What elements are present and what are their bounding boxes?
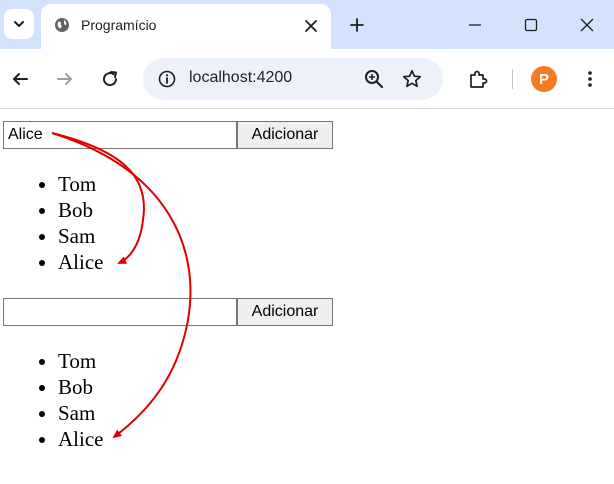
tab-search-button[interactable] <box>4 9 34 39</box>
info-icon <box>158 70 176 88</box>
add-button-1[interactable]: Adicionar <box>237 121 333 149</box>
list-item: Bob <box>58 374 103 400</box>
tab-title: Programício <box>81 17 157 33</box>
toolbar-separator <box>512 69 513 89</box>
close-icon <box>305 20 317 32</box>
address-bar[interactable]: localhost:4200 <box>143 58 443 100</box>
reload-button[interactable] <box>98 67 122 91</box>
name-list-1: Tom Bob Sam Alice <box>0 171 103 275</box>
list-item: Bob <box>58 197 103 223</box>
star-icon <box>402 69 422 88</box>
globe-icon <box>55 18 69 32</box>
tab-close-button[interactable] <box>299 14 323 38</box>
name-input-2[interactable] <box>3 298 237 326</box>
back-button[interactable] <box>8 67 32 91</box>
window-close-button[interactable] <box>574 12 600 38</box>
plus-icon <box>350 18 364 32</box>
extensions-button[interactable] <box>466 67 490 91</box>
more-vertical-icon <box>588 71 592 87</box>
avatar-initial: P <box>538 70 549 88</box>
browser-menu-button[interactable] <box>578 67 602 91</box>
profile-avatar[interactable]: P <box>531 66 557 92</box>
name-input-1[interactable] <box>3 121 237 149</box>
close-icon <box>580 18 594 32</box>
minimize-icon <box>469 24 481 26</box>
url-text[interactable]: localhost:4200 <box>189 69 292 87</box>
browser-tab[interactable]: Programício <box>41 4 331 49</box>
bookmark-button[interactable] <box>401 68 423 90</box>
list-item: Alice <box>58 426 103 452</box>
arrow-right-icon <box>57 73 72 85</box>
list-item: Sam <box>58 400 103 426</box>
arrow-left-icon <box>13 73 28 85</box>
name-list-2: Tom Bob Sam Alice <box>0 348 103 452</box>
list-item: Tom <box>58 348 103 374</box>
reload-icon <box>103 71 118 87</box>
puzzle-icon <box>470 70 488 88</box>
chevron-down-icon <box>14 21 24 27</box>
maximize-button[interactable] <box>518 12 544 38</box>
add-button-2[interactable]: Adicionar <box>237 298 333 326</box>
list-item: Tom <box>58 171 103 197</box>
site-info-button[interactable] <box>157 69 177 89</box>
forward-button[interactable] <box>53 67 77 91</box>
tab-strip: Programício <box>0 0 614 49</box>
browser-toolbar: localhost:4200 P <box>0 49 614 109</box>
maximize-icon <box>524 18 538 32</box>
minimize-button[interactable] <box>462 12 488 38</box>
list-item: Alice <box>58 249 103 275</box>
zoom-in-icon <box>365 70 384 89</box>
zoom-button[interactable] <box>363 68 385 90</box>
list-item: Sam <box>58 223 103 249</box>
new-tab-button[interactable] <box>344 12 370 38</box>
